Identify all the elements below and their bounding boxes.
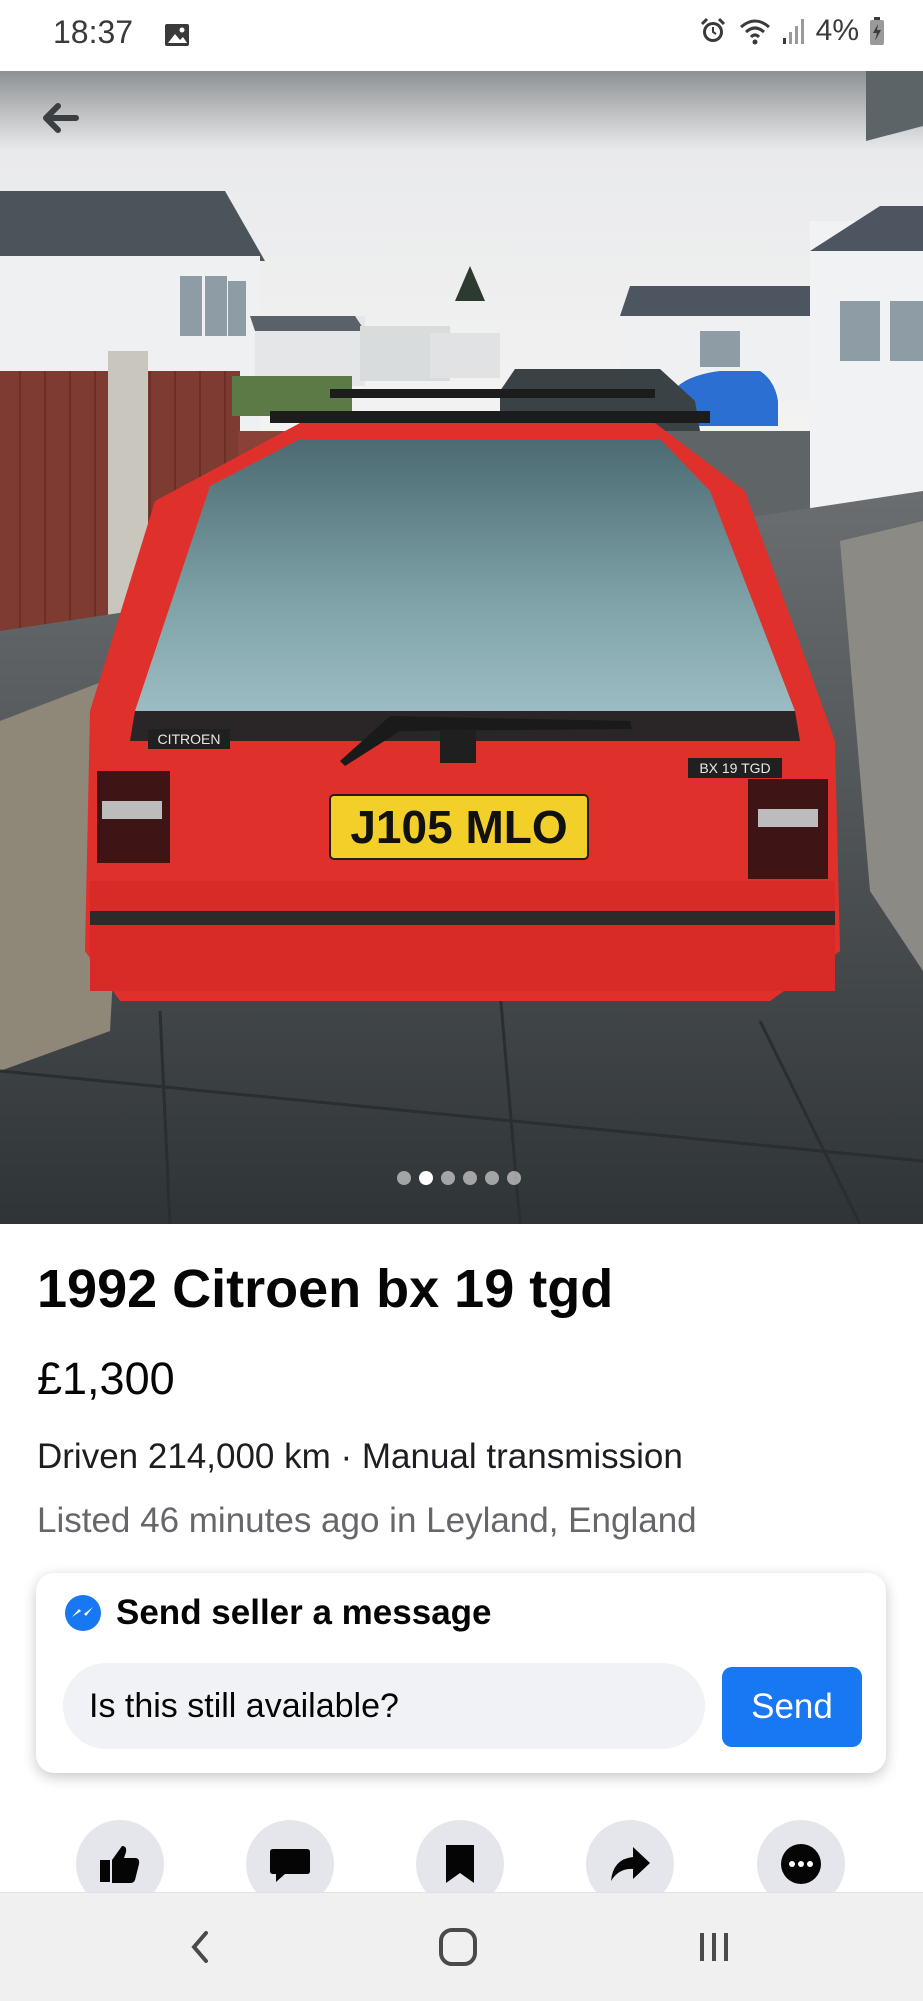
carousel-dot[interactable] (507, 1171, 521, 1185)
license-plate-text: J105 MLO (350, 801, 567, 853)
carousel-dot[interactable] (485, 1171, 499, 1185)
carousel-dot[interactable] (463, 1171, 477, 1185)
status-time: 18:37 (53, 14, 134, 50)
nav-back-icon (191, 1931, 208, 1963)
nav-recents-icon (700, 1933, 728, 1961)
battery-charging-icon (869, 16, 885, 46)
carousel-dot[interactable] (397, 1171, 411, 1185)
carousel-dot[interactable] (441, 1171, 455, 1185)
listing-meta: Listed 46 minutes ago in Leyland, Englan… (37, 1501, 697, 1540)
nav-recents-button[interactable] (686, 1919, 742, 1975)
carousel-indicator (397, 1171, 521, 1185)
listing-price: £1,300 (37, 1353, 175, 1404)
action-bar (0, 1820, 923, 1892)
status-bar: 18:37 4% (0, 0, 923, 71)
save-icon (446, 1845, 474, 1883)
message-input[interactable] (63, 1663, 705, 1749)
message-header-text: Send seller a message (116, 1593, 492, 1632)
share-icon (611, 1847, 650, 1881)
send-message-card: Send seller a message Send (36, 1573, 886, 1773)
share-button[interactable] (586, 1820, 674, 1892)
back-button[interactable] (40, 101, 96, 157)
car-photo-illustration: J105 MLO CITROEN BX 19 TGD (0, 71, 923, 1224)
back-arrow-icon (43, 103, 79, 133)
like-icon (100, 1846, 140, 1883)
like-button[interactable] (76, 1820, 164, 1892)
status-indicators: 4% (698, 14, 885, 48)
alarm-icon (698, 16, 728, 46)
message-icon (270, 1849, 310, 1882)
system-navigation-bar (0, 1892, 923, 2001)
citroen-badge: CITROEN (158, 731, 221, 747)
nav-back-button[interactable] (172, 1919, 228, 1975)
send-button[interactable]: Send (722, 1667, 862, 1747)
messenger-icon (65, 1595, 101, 1631)
model-badge: BX 19 TGD (699, 760, 770, 776)
listing-details: Driven 214,000 km · Manual transmission (37, 1437, 683, 1476)
listing-photo[interactable]: J105 MLO CITROEN BX 19 TGD (0, 71, 923, 1224)
signal-icon (782, 16, 806, 46)
gallery-icon (163, 21, 191, 49)
save-button[interactable] (416, 1820, 504, 1892)
battery-percent: 4% (815, 14, 859, 47)
more-options-button[interactable] (757, 1820, 845, 1892)
message-seller-button[interactable] (246, 1820, 334, 1892)
nav-home-button[interactable] (430, 1919, 486, 1975)
nav-home-icon (439, 1928, 477, 1966)
wifi-icon (738, 16, 772, 46)
listing-title: 1992 Citroen bx 19 tgd (37, 1259, 614, 1319)
message-header: Send seller a message (64, 1593, 492, 1633)
carousel-dot[interactable] (419, 1171, 433, 1185)
more-icon (781, 1844, 821, 1884)
